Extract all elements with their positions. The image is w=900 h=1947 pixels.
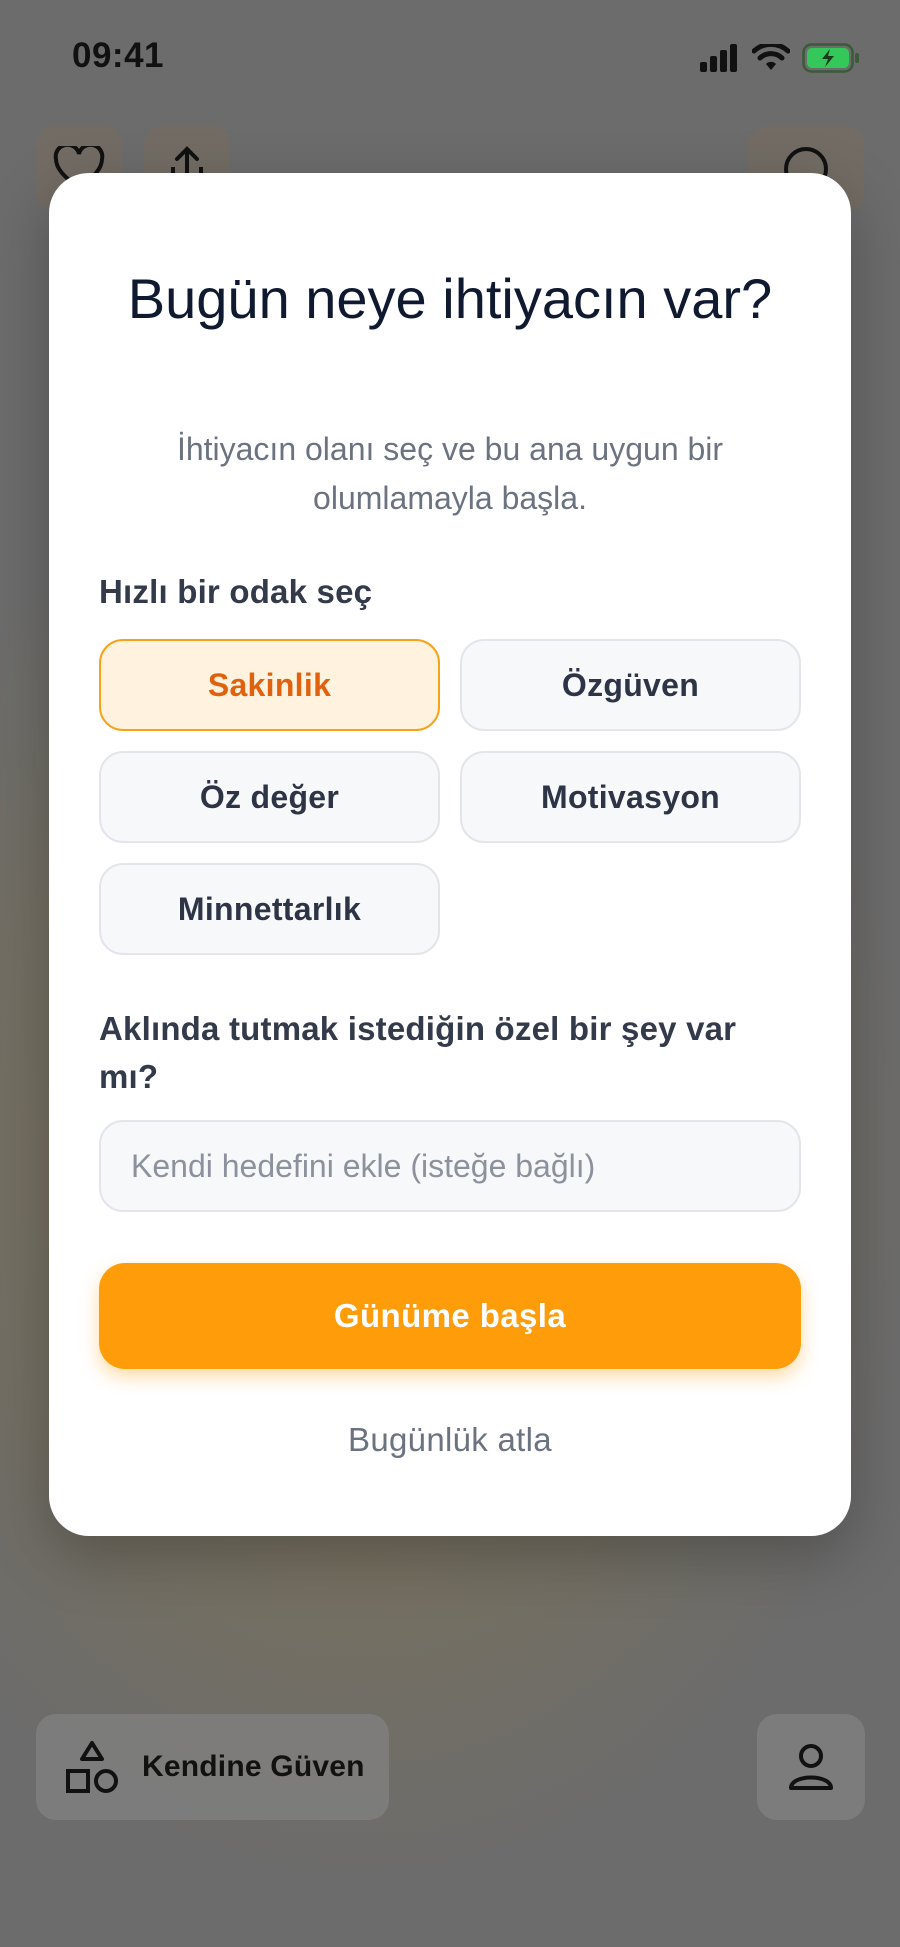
focus-option-motivasyon[interactable]: Motivasyon <box>460 751 801 843</box>
focus-option-ozguven[interactable]: Özgüven <box>460 639 801 731</box>
status-time: 09:41 <box>72 36 165 75</box>
category-pill: Kendine Güven <box>36 1714 389 1820</box>
shapes-icon <box>66 1741 118 1793</box>
profile-icon <box>789 1744 833 1790</box>
focus-section-label: Hızlı bir odak seç <box>99 573 373 610</box>
wifi-icon <box>752 44 790 70</box>
modal-subtitle: İhtiyacın olanı seç ve bu ana uygun bir … <box>176 431 724 516</box>
focus-option-sakinlik[interactable]: Sakinlik <box>99 639 440 731</box>
skip-today-link[interactable]: Bugünlük atla <box>99 1421 801 1459</box>
category-label: Kendine Güven <box>142 1750 365 1783</box>
custom-goal-input[interactable] <box>99 1120 801 1212</box>
focus-option-minnettarlik[interactable]: Minnettarlık <box>99 863 440 955</box>
focus-option-oz-deger[interactable]: Öz değer <box>99 751 440 843</box>
custom-goal-question: Aklında tutmak istediğin özel bir şey va… <box>99 1010 737 1095</box>
status-bar: 09:41 <box>0 0 900 110</box>
cellular-signal-icon <box>700 44 737 72</box>
modal-title: Bugün neye ihtiyacın var? <box>127 267 773 330</box>
focus-selection-modal: Bugün neye ihtiyacın var? İhtiyacın olan… <box>49 173 851 1536</box>
status-icons <box>700 40 860 76</box>
start-day-button[interactable]: Günüme başla <box>99 1263 801 1369</box>
profile-button <box>757 1714 865 1820</box>
battery-charging-icon <box>802 43 859 73</box>
